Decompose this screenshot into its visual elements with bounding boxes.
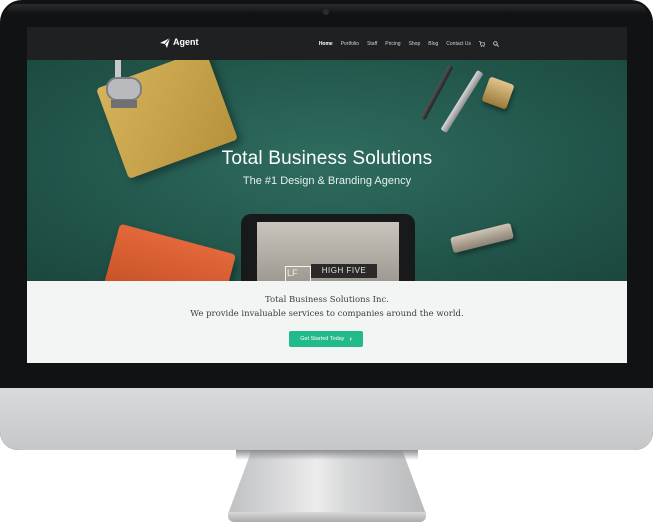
stand-shadow [236, 450, 418, 460]
intro-section [27, 281, 627, 363]
cart-icon[interactable] [479, 40, 485, 47]
monitor-foot [228, 512, 426, 522]
orange-book-image [101, 223, 237, 281]
nav-item-shop[interactable]: Shop [409, 41, 421, 47]
nav-item-blog[interactable]: Blog [428, 41, 438, 47]
nav-item-contact-us[interactable]: Contact Us [446, 41, 471, 47]
get-started-button[interactable]: Get Started Today › [289, 331, 363, 347]
nav-item-portfolio[interactable]: Portfolio [341, 41, 359, 47]
intro-heading: Total Business Solutions Inc. [265, 295, 389, 305]
monitor-chin [0, 388, 653, 450]
hero-title: Total Business Solutions [221, 148, 433, 169]
stamp-image [106, 60, 142, 108]
hero-subtitle: The #1 Design & Branding Agency [242, 175, 412, 187]
logo-text[interactable]: Agent [173, 37, 199, 47]
website-screen: Agent Home Portfolio Staff Pricing Shop … [27, 27, 627, 363]
pen-image [440, 69, 484, 134]
pen-image [420, 64, 454, 121]
navbar: Agent Home Portfolio Staff Pricing Shop … [27, 27, 627, 60]
get-started-label: Get Started Today [300, 336, 345, 342]
sharpener-image [481, 76, 515, 110]
intro-text: We provide invaluable services to compan… [190, 309, 464, 319]
nav-item-pricing[interactable]: Pricing [385, 41, 400, 47]
hero-banner: LF HIGH FIVE Total Business Solutions Th… [27, 60, 627, 281]
tablet-sign-text: HIGH FIVE [321, 266, 367, 275]
search-icon[interactable] [493, 40, 499, 47]
tablet-sign-small: LF [287, 268, 298, 278]
eraser-image [449, 222, 515, 254]
main-nav: Home Portfolio Staff Pricing Shop Blog C… [319, 27, 499, 60]
chevron-right-icon: › [349, 335, 352, 343]
nav-item-home[interactable]: Home [319, 41, 333, 47]
camera-icon [323, 9, 329, 15]
nav-item-staff[interactable]: Staff [367, 41, 377, 47]
paper-plane-icon [160, 38, 170, 48]
